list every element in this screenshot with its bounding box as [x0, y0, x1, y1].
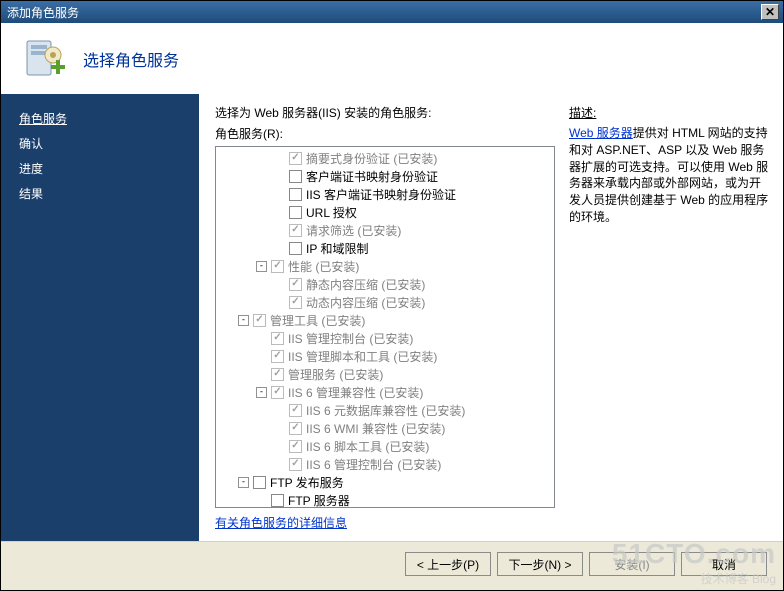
role-services-tree[interactable]: 摘要式身份验证 (已安装)客户端证书映射身份验证IIS 客户端证书映射身份验证U…	[215, 146, 555, 508]
tree-item-label: IIS 6 管理控制台 (已安装)	[306, 456, 441, 473]
sidebar-item-1[interactable]: 确认	[1, 131, 199, 156]
checkbox[interactable]	[271, 494, 284, 507]
next-button[interactable]: 下一步(N) >	[497, 552, 583, 576]
tree-row[interactable]: IIS 管理控制台 (已安装)	[220, 329, 550, 347]
instruction-text: 选择为 Web 服务器(IIS) 安装的角色服务:	[215, 104, 555, 121]
checkbox[interactable]	[289, 170, 302, 183]
tree-row[interactable]: - 管理工具 (已安装)	[220, 311, 550, 329]
checkbox[interactable]	[289, 404, 302, 417]
tree-item-label: 管理服务 (已安装)	[288, 366, 383, 383]
tree-row[interactable]: IP 和域限制	[220, 239, 550, 257]
tree-row[interactable]: IIS 6 脚本工具 (已安装)	[220, 437, 550, 455]
tree-row[interactable]: 请求筛选 (已安装)	[220, 221, 550, 239]
tree-item-label: FTP 发布服务	[270, 474, 344, 491]
checkbox[interactable]	[271, 260, 284, 273]
tree-item-label: IIS 6 WMI 兼容性 (已安装)	[306, 420, 445, 437]
tree-row[interactable]: URL 授权	[220, 203, 550, 221]
checkbox[interactable]	[289, 224, 302, 237]
tree-item-label: IIS 客户端证书映射身份验证	[306, 186, 456, 203]
page-title: 选择角色服务	[83, 47, 179, 71]
checkbox[interactable]	[271, 350, 284, 363]
window-title: 添加角色服务	[5, 4, 761, 21]
tree-row[interactable]: IIS 6 WMI 兼容性 (已安装)	[220, 419, 550, 437]
expand-icon[interactable]: -	[238, 477, 249, 488]
cancel-button[interactable]: 取消	[681, 552, 767, 576]
header: 选择角色服务	[1, 23, 783, 94]
tree-item-label: 摘要式身份验证 (已安装)	[306, 150, 437, 167]
tree-item-label: 性能 (已安装)	[288, 258, 359, 275]
tree-row[interactable]: IIS 6 元数据库兼容性 (已安装)	[220, 401, 550, 419]
checkbox[interactable]	[289, 422, 302, 435]
checkbox[interactable]	[289, 440, 302, 453]
description-text: 提供对 HTML 网站的支持和对 ASP.NET、ASP 以及 Web 服务器扩…	[569, 126, 768, 224]
checkbox[interactable]	[289, 188, 302, 201]
checkbox[interactable]	[271, 386, 284, 399]
tree-row[interactable]: 管理服务 (已安装)	[220, 365, 550, 383]
checkbox[interactable]	[289, 296, 302, 309]
checkbox[interactable]	[289, 278, 302, 291]
tree-item-label: IIS 6 脚本工具 (已安装)	[306, 438, 429, 455]
expand-icon[interactable]: -	[238, 315, 249, 326]
tree-item-label: 动态内容压缩 (已安装)	[306, 294, 425, 311]
tree-item-label: IIS 6 元数据库兼容性 (已安装)	[306, 402, 465, 419]
prev-button[interactable]: < 上一步(P)	[405, 552, 491, 576]
tree-item-label: 静态内容压缩 (已安装)	[306, 276, 425, 293]
checkbox[interactable]	[289, 458, 302, 471]
checkbox[interactable]	[271, 332, 284, 345]
description-title: 描述:	[569, 104, 769, 121]
sidebar: 角色服务确认进度结果	[1, 94, 199, 541]
tree-item-label: IIS 6 管理兼容性 (已安装)	[288, 384, 423, 401]
tree-row[interactable]: - FTP 发布服务	[220, 473, 550, 491]
sidebar-item-2[interactable]: 进度	[1, 156, 199, 181]
checkbox[interactable]	[289, 206, 302, 219]
tree-row[interactable]: - 性能 (已安装)	[220, 257, 550, 275]
sidebar-item-3[interactable]: 结果	[1, 181, 199, 206]
checkbox[interactable]	[253, 314, 266, 327]
tree-row[interactable]: 静态内容压缩 (已安装)	[220, 275, 550, 293]
checkbox[interactable]	[289, 242, 302, 255]
tree-row[interactable]: FTP 服务器	[220, 491, 550, 508]
description-body: Web 服务器提供对 HTML 网站的支持和对 ASP.NET、ASP 以及 W…	[569, 125, 769, 226]
tree-row[interactable]: IIS 管理脚本和工具 (已安装)	[220, 347, 550, 365]
server-role-icon	[21, 35, 69, 83]
expand-icon[interactable]: -	[256, 387, 267, 398]
tree-item-label: IIS 管理控制台 (已安装)	[288, 330, 413, 347]
tree-item-label: FTP 服务器	[288, 492, 350, 509]
tree-item-label: IIS 管理脚本和工具 (已安装)	[288, 348, 437, 365]
tree-row[interactable]: 动态内容压缩 (已安装)	[220, 293, 550, 311]
checkbox[interactable]	[271, 368, 284, 381]
tree-item-label: 客户端证书映射身份验证	[306, 168, 438, 185]
tree-row[interactable]: IIS 客户端证书映射身份验证	[220, 185, 550, 203]
description-link[interactable]: Web 服务器	[569, 126, 633, 140]
install-button[interactable]: 安装(I)	[589, 552, 675, 576]
more-info-link[interactable]: 有关角色服务的详细信息	[215, 516, 347, 530]
sidebar-item-0[interactable]: 角色服务	[1, 106, 199, 131]
tree-item-label: URL 授权	[306, 204, 357, 221]
titlebar: 添加角色服务 ✕	[1, 1, 783, 23]
tree-label: 角色服务(R):	[215, 125, 555, 142]
tree-row[interactable]: 客户端证书映射身份验证	[220, 167, 550, 185]
tree-item-label: IP 和域限制	[306, 240, 368, 257]
checkbox[interactable]	[289, 152, 302, 165]
tree-row[interactable]: IIS 6 管理控制台 (已安装)	[220, 455, 550, 473]
footer: < 上一步(P) 下一步(N) > 安装(I) 取消	[1, 541, 783, 590]
tree-item-label: 请求筛选 (已安装)	[306, 222, 401, 239]
tree-row[interactable]: - IIS 6 管理兼容性 (已安装)	[220, 383, 550, 401]
close-icon[interactable]: ✕	[761, 4, 779, 20]
tree-row[interactable]: 摘要式身份验证 (已安装)	[220, 149, 550, 167]
checkbox[interactable]	[253, 476, 266, 489]
expand-icon[interactable]: -	[256, 261, 267, 272]
tree-item-label: 管理工具 (已安装)	[270, 312, 365, 329]
